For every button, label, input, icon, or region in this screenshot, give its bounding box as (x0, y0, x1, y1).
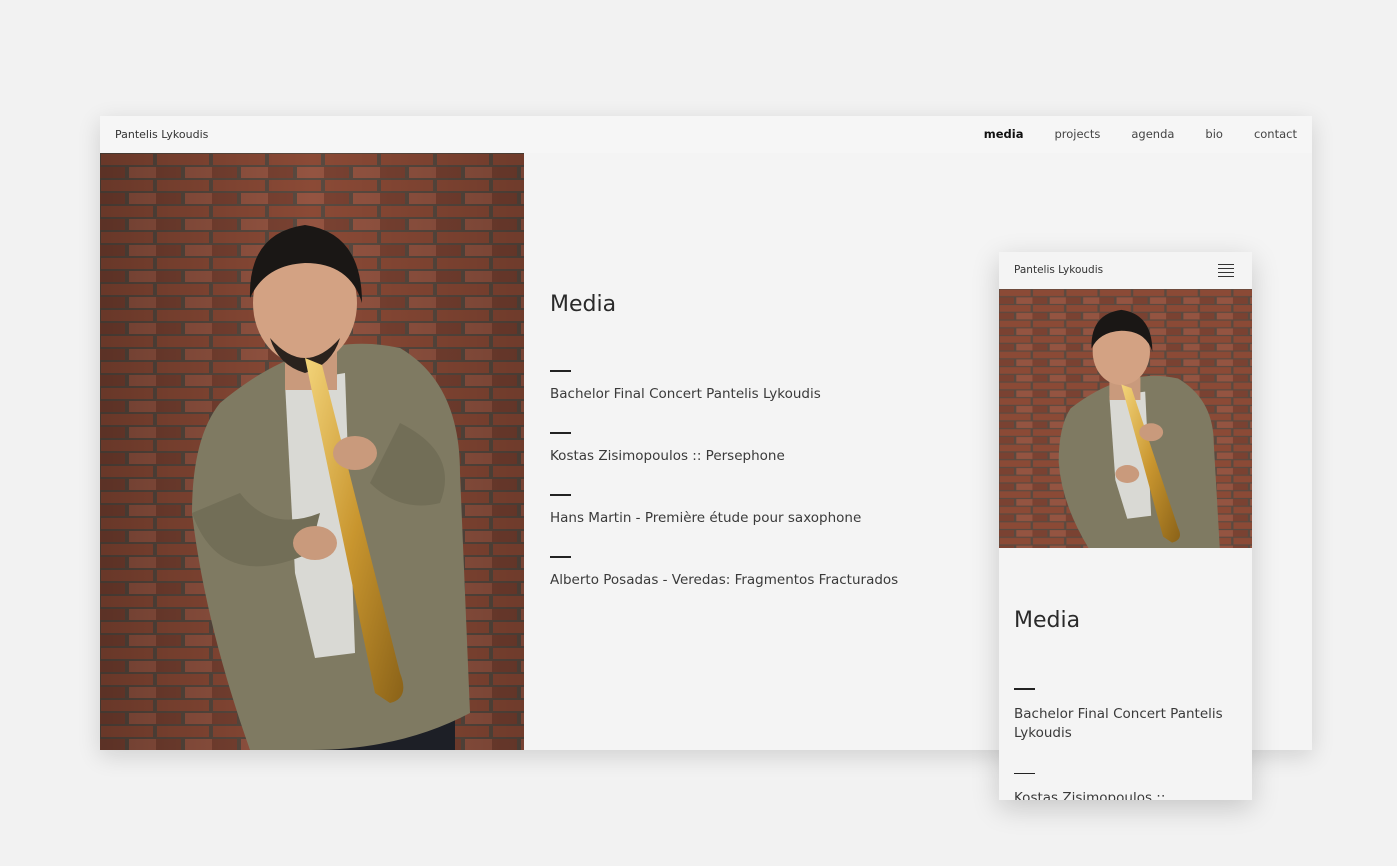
nav-item-bio[interactable]: bio (1205, 127, 1223, 141)
page-title: Media (1014, 608, 1081, 633)
nav-item-projects[interactable]: projects (1054, 127, 1100, 141)
list-item[interactable]: Bachelor Final Concert Pantelis Lykoudis (1014, 688, 1242, 744)
divider-dash (550, 370, 571, 372)
hero-photo (999, 289, 1252, 548)
divider-dash (550, 494, 571, 496)
mobile-mockup: Pantelis Lykoudis Media Bachelor Final C… (999, 252, 1252, 800)
nav-item-contact[interactable]: contact (1254, 127, 1297, 141)
media-link[interactable]: Kostas Zisimopoulos :: Persephone (550, 448, 785, 464)
hero-photo (100, 153, 524, 750)
list-item[interactable]: Alberto Posadas - Veredas: Fragmentos Fr… (550, 556, 970, 618)
media-link[interactable]: Bachelor Final Concert Pantelis Lykoudis (1014, 705, 1242, 744)
hamburger-icon[interactable] (1218, 264, 1234, 277)
media-heading-block: Media (550, 292, 616, 317)
main-nav: media projects agenda bio contact (984, 127, 1297, 141)
media-link[interactable]: Bachelor Final Concert Pantelis Lykoudis (550, 386, 821, 402)
media-list: Bachelor Final Concert Pantelis Lykoudis… (550, 370, 970, 618)
divider-dash (1014, 688, 1035, 690)
media-list: Bachelor Final Concert Pantelis Lykoudis… (1014, 688, 1242, 800)
media-link[interactable]: Kostas Zisimopoulos :: Persephone (1014, 789, 1242, 800)
media-link[interactable]: Hans Martin - Première étude pour saxoph… (550, 510, 861, 526)
site-header: Pantelis Lykoudis media projects agenda … (100, 116, 1312, 153)
divider-dash (550, 432, 571, 434)
site-brand[interactable]: Pantelis Lykoudis (115, 128, 208, 141)
list-item[interactable]: Kostas Zisimopoulos :: Persephone (1014, 772, 1242, 800)
media-link[interactable]: Alberto Posadas - Veredas: Fragmentos Fr… (550, 572, 898, 588)
nav-item-media[interactable]: media (984, 127, 1024, 141)
site-brand[interactable]: Pantelis Lykoudis (1014, 264, 1103, 276)
mobile-header: Pantelis Lykoudis (999, 252, 1252, 289)
divider-dash (550, 556, 571, 558)
list-item[interactable]: Bachelor Final Concert Pantelis Lykoudis (550, 370, 970, 432)
nav-item-agenda[interactable]: agenda (1131, 127, 1174, 141)
divider-dash (1014, 772, 1035, 774)
page-title: Media (550, 292, 617, 317)
list-item[interactable]: Kostas Zisimopoulos :: Persephone (550, 432, 970, 494)
list-item[interactable]: Hans Martin - Première étude pour saxoph… (550, 494, 970, 556)
